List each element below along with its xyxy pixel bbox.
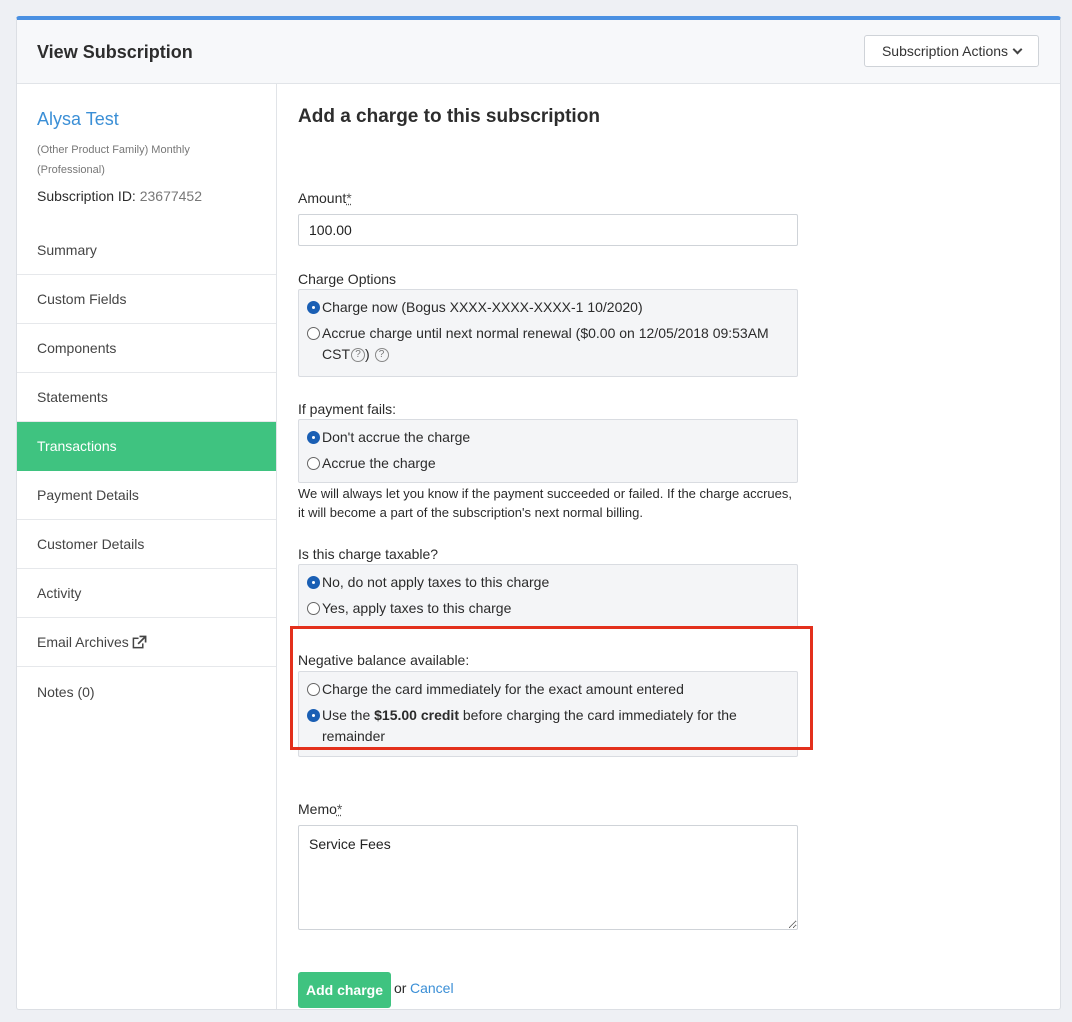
sidebar-nav: Summary Custom Fields Components Stateme… [17,226,276,716]
customer-name-link[interactable]: Alysa Test [37,109,119,130]
card-header: View Subscription Subscription Actions [17,20,1060,84]
accrue-charge-radio[interactable] [307,327,320,340]
form-title: Add a charge to this subscription [298,106,600,127]
subscription-actions-label: Subscription Actions [881,43,1009,59]
charge-now-label: Charge now (Bogus XXXX-XXXX-XXXX-1 10/20… [322,299,643,315]
sidebar-item-label: Summary [37,242,97,258]
or-text: or [394,980,407,996]
sidebar: Alysa Test (Other Product Family) Monthl… [17,84,277,1009]
sidebar-item-label: Custom Fields [37,291,127,307]
sidebar-item-label: Statements [37,389,108,405]
sidebar-item-label: Components [37,340,117,356]
plan-description: (Other Product Family) Monthly (Professi… [37,144,190,176]
add-charge-button[interactable]: Add charge [298,972,391,1008]
sidebar-item-summary[interactable]: Summary [17,226,276,275]
accrue-option[interactable]: Accrue the charge [306,453,790,474]
no-tax-label: No, do not apply taxes to this charge [322,574,550,590]
apply-tax-radio[interactable] [307,602,320,615]
sidebar-item-customer-details[interactable]: Customer Details [17,520,276,569]
highlight-box [290,626,813,750]
sidebar-item-label: Email Archives [37,634,129,650]
accrue-charge-option[interactable]: Accrue charge until next normal renewal … [306,323,790,365]
amount-label-text: Amount [298,190,347,206]
help-icon[interactable]: ? [374,348,389,363]
external-link-icon [132,634,147,648]
charge-options-group: Charge now (Bogus XXXX-XXXX-XXXX-1 10/20… [298,289,798,377]
accrue-charge-label: Accrue charge until next normal renewal … [322,323,790,365]
payment-fails-group: Don't accrue the charge Accrue the charg… [298,419,798,483]
memo-textarea[interactable]: Service Fees [298,825,798,930]
accrue-charge-close-paren: ) [365,346,370,362]
sidebar-item-activity[interactable]: Activity [17,569,276,618]
sidebar-item-label: Payment Details [37,487,139,503]
sidebar-item-email-archives[interactable]: Email Archives [17,618,276,667]
help-icon[interactable]: ? [351,348,365,363]
payment-fails-help: We will always let you know if the payme… [298,486,793,520]
taxable-label: Is this charge taxable? [298,546,439,562]
dont-accrue-radio[interactable] [307,431,320,444]
sidebar-item-payment-details[interactable]: Payment Details [17,471,276,520]
no-tax-option[interactable]: No, do not apply taxes to this charge [306,572,790,593]
chevron-down-icon [1012,44,1023,54]
sidebar-item-label: Activity [37,585,82,601]
apply-tax-label: Yes, apply taxes to this charge [322,600,512,616]
page-title: View Subscription [37,42,193,62]
accrue-label: Accrue the charge [322,455,436,471]
apply-tax-option[interactable]: Yes, apply taxes to this charge [306,598,790,619]
charge-now-option[interactable]: Charge now (Bogus XXXX-XXXX-XXXX-1 10/20… [306,297,790,318]
accrue-charge-text: Accrue charge until next normal renewal … [322,325,769,362]
amount-label: Amount* [298,190,352,206]
charge-now-radio[interactable] [307,301,320,314]
amount-input[interactable] [298,214,798,246]
subscription-id: Subscription ID: 23677452 [37,188,202,204]
accrue-radio[interactable] [307,457,320,470]
memo-label-text: Memo [298,801,337,817]
subscription-actions-button[interactable]: Subscription Actions [864,35,1039,67]
required-mark: * [346,190,352,206]
sidebar-item-statements[interactable]: Statements [17,373,276,422]
sidebar-item-label: Transactions [37,438,117,454]
subscription-id-label: Subscription ID: [37,188,136,204]
memo-label: Memo* [298,801,342,817]
cancel-link[interactable]: Cancel [410,980,454,996]
sidebar-item-custom-fields[interactable]: Custom Fields [17,275,276,324]
taxable-group: No, do not apply taxes to this charge Ye… [298,564,798,628]
required-mark: * [336,801,343,817]
charge-options-label: Charge Options [298,271,397,287]
sidebar-item-label: Notes (0) [37,683,95,700]
dont-accrue-label: Don't accrue the charge [322,429,471,445]
sidebar-item-notes[interactable]: Notes (0) [17,667,276,716]
dont-accrue-option[interactable]: Don't accrue the charge [306,427,790,448]
sidebar-item-components[interactable]: Components [17,324,276,373]
no-tax-radio[interactable] [307,576,320,589]
sidebar-item-label: Customer Details [37,536,145,552]
sidebar-item-transactions[interactable]: Transactions [17,422,276,471]
payment-fails-label: If payment fails: [298,401,397,417]
subscription-card: View Subscription Subscription Actions A… [16,16,1061,1010]
subscription-id-value: 23677452 [139,188,203,204]
